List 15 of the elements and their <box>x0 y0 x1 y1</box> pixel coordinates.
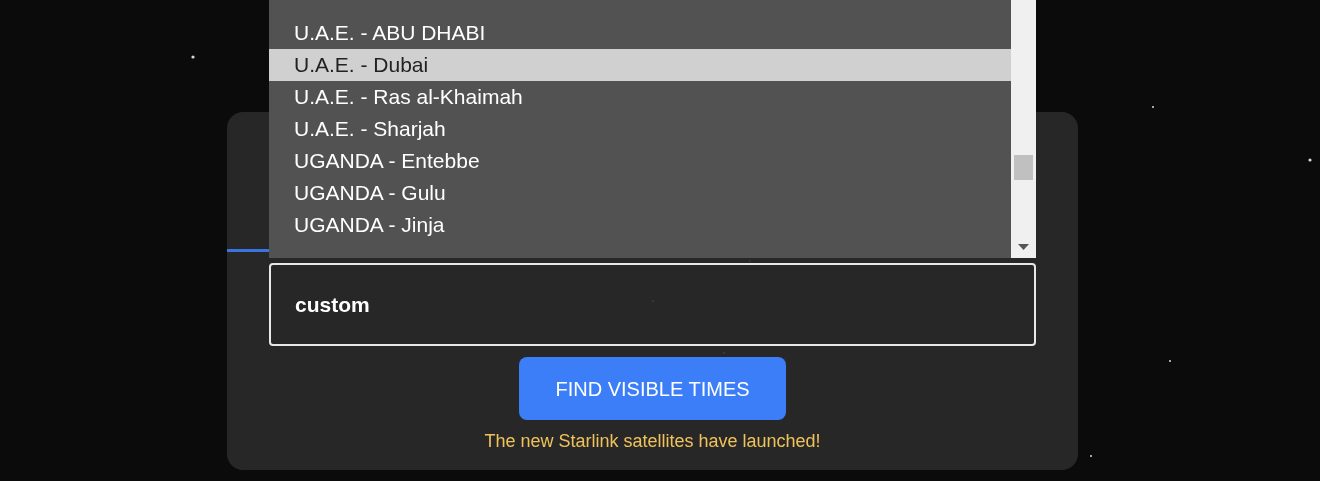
location-option[interactable]: UGANDA - Jinja <box>269 209 1011 241</box>
caret-down-icon[interactable] <box>1018 244 1029 250</box>
location-option[interactable]: U.A.E. - Sharjah <box>269 113 1011 145</box>
custom-location-field[interactable]: custom <box>269 263 1036 346</box>
location-option[interactable]: UGANDA - Entebbe <box>269 145 1011 177</box>
scrollbar-thumb[interactable] <box>1014 155 1033 180</box>
location-dropdown[interactable]: U.A.E. - ABU DHABI U.A.E. - Dubai U.A.E. - Ras al-Khaimah U.A.E. - Sharjah UGANDA - Entebbe UGANDA - Gulu UGANDA - Jinja <box>269 0 1036 258</box>
tab-underline <box>227 249 269 252</box>
location-option[interactable]: U.A.E. - Ras al-Khaimah <box>269 81 1011 113</box>
find-visible-times-button[interactable]: FIND VISIBLE TIMES <box>519 357 786 420</box>
location-option[interactable]: UGANDA - Gulu <box>269 177 1011 209</box>
location-option[interactable]: U.A.E. - ABU DHABI <box>269 17 1011 49</box>
location-option[interactable]: U.A.E. - Dubai <box>269 49 1011 81</box>
scrollbar[interactable] <box>1011 0 1036 258</box>
notice-text: The new Starlink satellites have launched! <box>484 430 821 453</box>
